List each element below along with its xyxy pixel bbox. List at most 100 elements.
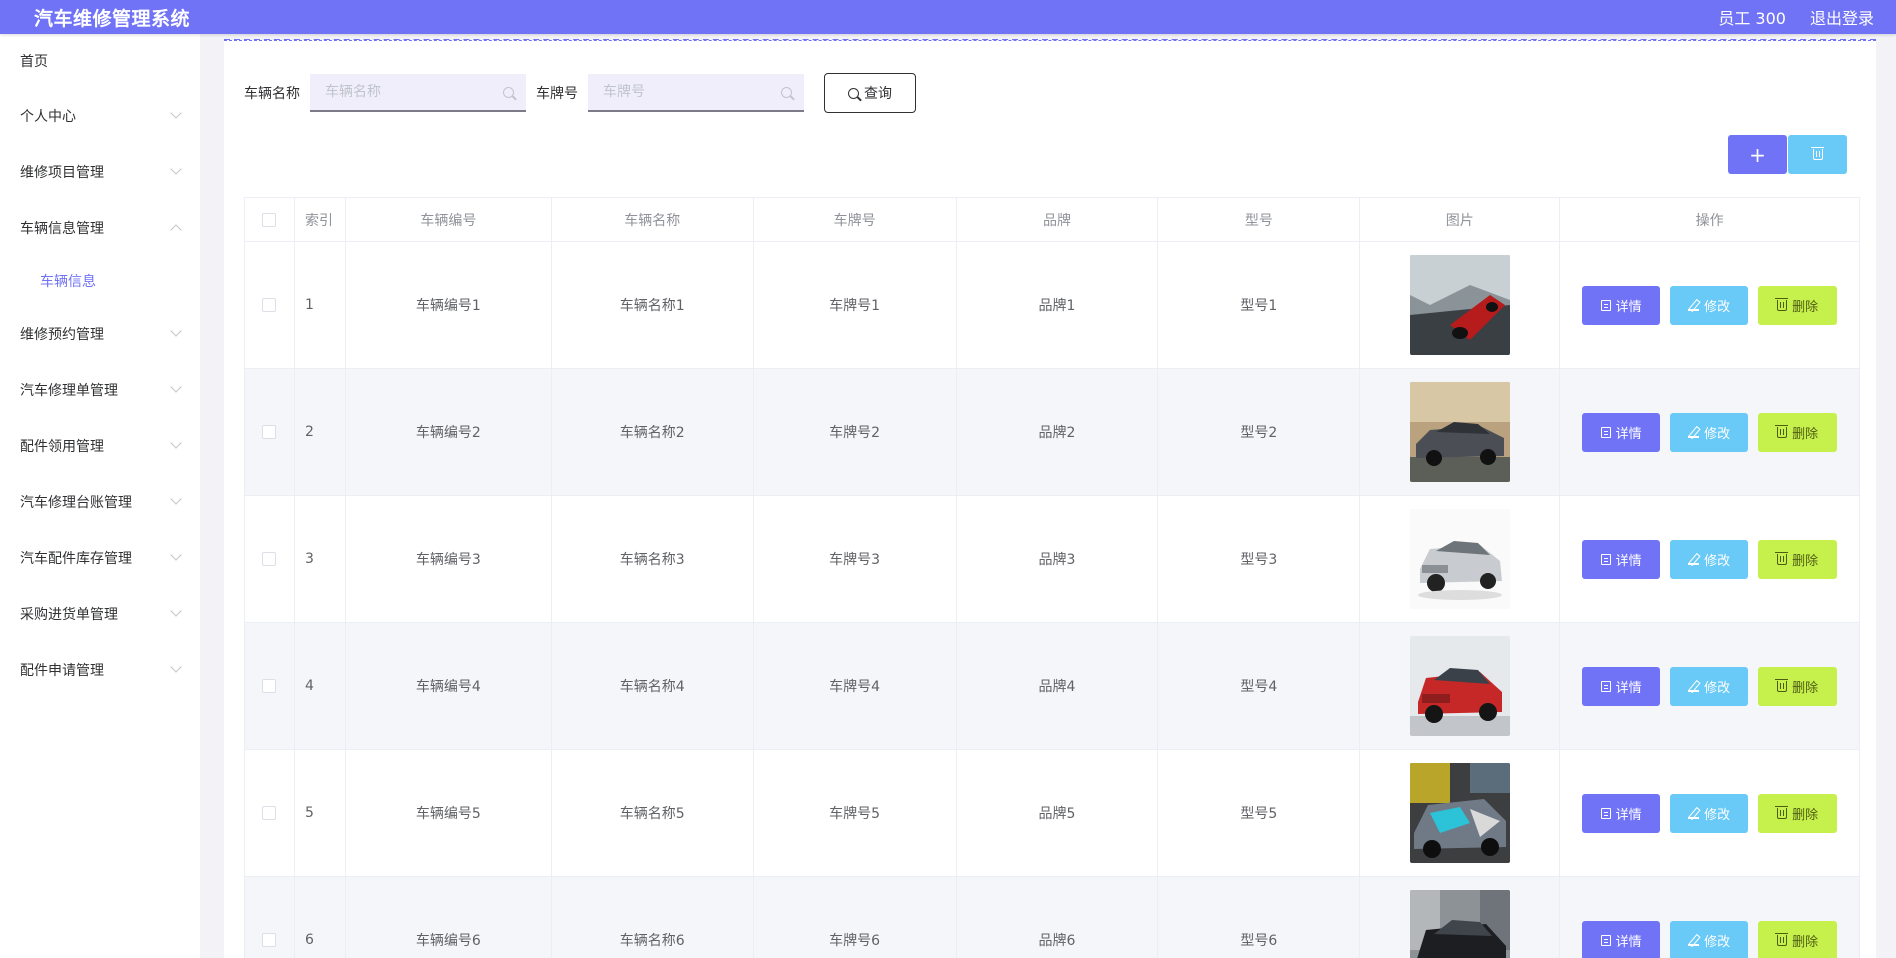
trash-icon xyxy=(1775,678,1789,692)
row-checkbox[interactable] xyxy=(262,552,277,566)
edit-label: 修改 xyxy=(1704,426,1731,442)
vehicle-name-input[interactable] xyxy=(325,84,485,100)
plate-input[interactable] xyxy=(603,84,763,100)
sidebar-item[interactable]: 配件申请管理 xyxy=(0,642,200,698)
detail-label: 详情 xyxy=(1615,299,1642,315)
cell-plate: 车牌号3 xyxy=(753,496,957,623)
row-checkbox[interactable] xyxy=(262,806,277,820)
edit-button[interactable]: 修改 xyxy=(1670,285,1749,325)
cell-photo xyxy=(1360,242,1561,369)
logout-link[interactable]: 退出登录 xyxy=(1810,5,1874,29)
search-icon xyxy=(848,87,859,99)
sidebar-item[interactable]: 汽车修理台账管理 xyxy=(0,474,200,530)
trash-icon xyxy=(1775,805,1789,819)
cell-brand: 品牌2 xyxy=(956,369,1159,496)
delete-button[interactable]: 删除 xyxy=(1758,920,1838,958)
cell-code: 车辆编号6 xyxy=(346,877,552,958)
cell-name: 车辆名称4 xyxy=(551,623,754,750)
cell-plate: 车牌号6 xyxy=(754,877,957,958)
cell-model: 型号5 xyxy=(1158,750,1361,877)
delete-label: 删除 xyxy=(1792,680,1819,696)
cell-code: 车辆编号2 xyxy=(345,369,552,496)
cell-model: 型号6 xyxy=(1158,877,1361,958)
cell-brand: 品牌3 xyxy=(956,496,1159,623)
sidebar-item[interactable]: 采购进货单管理 xyxy=(0,586,200,642)
delete-label: 删除 xyxy=(1792,807,1819,823)
sidebar-item[interactable]: 配件领用管理 xyxy=(0,418,200,474)
delete-button[interactable]: 删除 xyxy=(1758,666,1838,706)
sidebar-item-label: 采购进货单管理 xyxy=(20,607,118,623)
delete-button[interactable]: 删除 xyxy=(1758,285,1838,325)
detail-button[interactable]: 详情 xyxy=(1582,285,1661,325)
cell-actions: 详情 修改 删除 xyxy=(1560,242,1860,369)
edit-button[interactable]: 修改 xyxy=(1670,920,1749,958)
detail-button[interactable]: 详情 xyxy=(1582,539,1661,579)
delete-label: 删除 xyxy=(1792,934,1819,950)
chevron-down-icon xyxy=(170,381,182,393)
vehicle-name-label: 车辆名称 xyxy=(244,86,300,102)
cell-model: 型号1 xyxy=(1158,242,1361,369)
chevron-down-icon xyxy=(170,605,182,617)
plate-field[interactable] xyxy=(588,74,804,112)
cell-code: 车辆编号4 xyxy=(345,623,552,750)
chevron-up-icon xyxy=(170,224,182,236)
add-button[interactable]: + xyxy=(1728,135,1787,174)
submenu-item-vehicle-info[interactable]: 车辆信息 xyxy=(0,256,200,306)
query-button[interactable]: 查询 xyxy=(824,73,916,113)
delete-button[interactable]: 删除 xyxy=(1758,412,1838,452)
detail-button[interactable]: 详情 xyxy=(1582,666,1661,706)
cell-name: 车辆名称6 xyxy=(552,877,754,958)
col-model: 型号 xyxy=(1158,198,1361,242)
app-title: 汽车维修管理系统 xyxy=(34,7,191,30)
row-checkbox[interactable] xyxy=(262,425,277,439)
sidebar-item[interactable]: 维修预约管理 xyxy=(0,306,200,362)
cell-index: 5 xyxy=(294,750,346,877)
cell-model: 型号3 xyxy=(1158,496,1361,623)
row-checkbox[interactable] xyxy=(262,933,277,947)
car-photo[interactable] xyxy=(1409,509,1510,609)
car-photo[interactable] xyxy=(1409,763,1510,863)
sidebar-item-label: 配件领用管理 xyxy=(20,439,104,455)
sidebar-item[interactable]: 首页 xyxy=(0,34,200,88)
cell-plate: 车牌号4 xyxy=(753,623,957,750)
sidebar-item[interactable]: 汽车修理单管理 xyxy=(0,362,200,418)
car-photo[interactable] xyxy=(1409,255,1510,355)
sidebar-item-label: 汽车修理台账管理 xyxy=(20,495,132,511)
edit-button[interactable]: 修改 xyxy=(1670,412,1749,452)
edit-button[interactable]: 修改 xyxy=(1670,539,1749,579)
car-photo[interactable] xyxy=(1409,636,1510,736)
cell-index: 6 xyxy=(295,877,346,958)
sidebar-item[interactable]: 车辆信息管理 xyxy=(0,200,200,256)
edit-button[interactable]: 修改 xyxy=(1670,666,1749,706)
detail-button[interactable]: 详情 xyxy=(1582,793,1661,833)
sidebar-item[interactable]: 维修项目管理 xyxy=(0,144,200,200)
delete-button[interactable]: 删除 xyxy=(1758,539,1838,579)
delete-label: 删除 xyxy=(1792,299,1819,315)
delete-button[interactable]: 删除 xyxy=(1758,793,1838,833)
batch-delete-button[interactable] xyxy=(1788,135,1847,174)
row-checkbox[interactable] xyxy=(262,679,277,693)
sidebar-item-label: 配件申请管理 xyxy=(20,663,104,679)
car-photo[interactable] xyxy=(1409,382,1510,482)
detail-button[interactable]: 详情 xyxy=(1582,412,1661,452)
table-row: 3 车辆编号3 车辆名称3 车牌号3 品牌3 型号3 详情 修改 删除 xyxy=(245,496,1860,623)
edit-label: 修改 xyxy=(1704,553,1731,569)
chevron-down-icon xyxy=(170,437,182,449)
vehicle-name-field[interactable] xyxy=(310,74,526,112)
cell-photo xyxy=(1360,496,1561,623)
select-all-checkbox[interactable] xyxy=(262,212,277,227)
cell-actions: 详情 修改 删除 xyxy=(1560,877,1860,958)
row-checkbox[interactable] xyxy=(262,298,277,312)
edit-icon xyxy=(1688,554,1700,565)
edit-icon xyxy=(1688,808,1700,819)
cell-photo xyxy=(1360,623,1561,750)
detail-label: 详情 xyxy=(1615,426,1642,442)
sidebar-item[interactable]: 汽车配件库存管理 xyxy=(0,530,200,586)
detail-button[interactable]: 详情 xyxy=(1582,920,1661,958)
car-photo[interactable] xyxy=(1409,890,1510,958)
edit-button[interactable]: 修改 xyxy=(1670,793,1749,833)
cell-code: 车辆编号1 xyxy=(345,242,552,369)
col-code: 车辆编号 xyxy=(345,198,552,242)
cell-model: 型号2 xyxy=(1158,369,1361,496)
sidebar-item[interactable]: 个人中心 xyxy=(0,88,200,144)
